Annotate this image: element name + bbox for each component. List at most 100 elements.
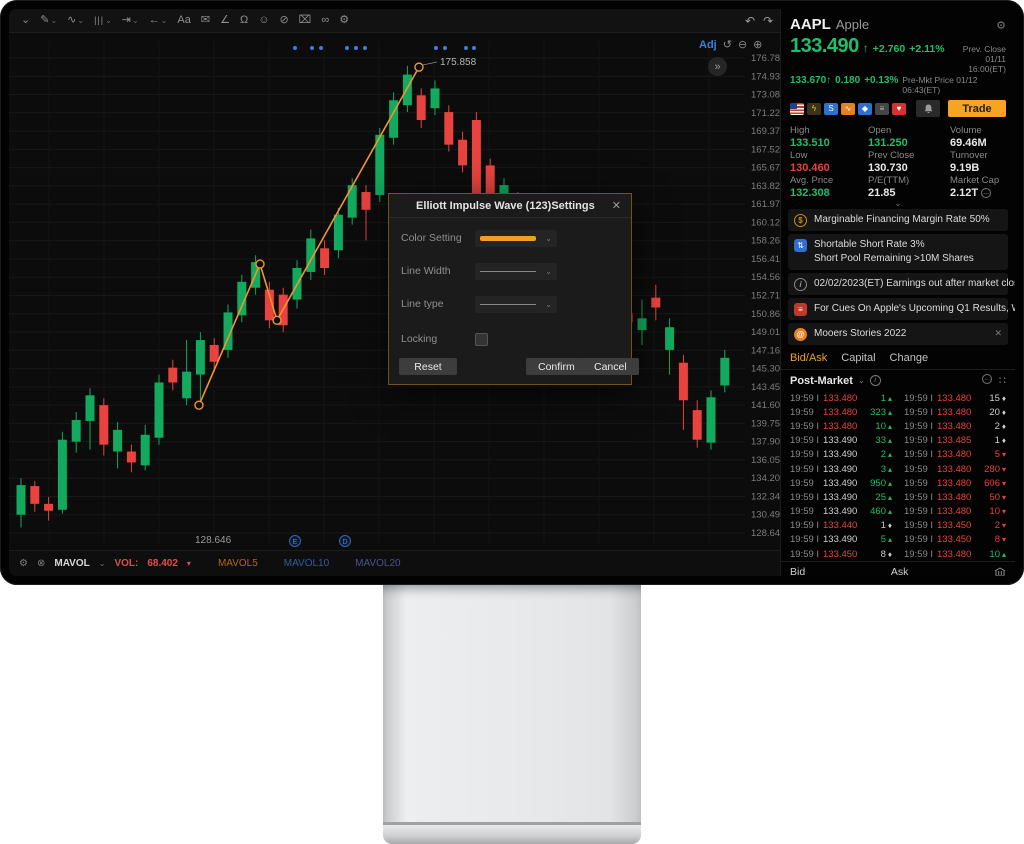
reset-zoom-icon[interactable]: ↺ <box>723 38 732 51</box>
ma-label-mavol5[interactable]: MAVOL5 <box>218 558 258 569</box>
price-change-pct: +2.11% <box>909 43 944 55</box>
indicator-chevron-icon[interactable]: ⌄ <box>99 559 106 568</box>
more-options-icon[interactable]: … <box>982 374 992 384</box>
locking-label: Locking <box>401 333 463 345</box>
locking-checkbox[interactable] <box>475 333 488 346</box>
svg-text:163.823: 163.823 <box>751 181 780 192</box>
wave-handle[interactable] <box>273 316 281 324</box>
color-setting-label: Color Setting <box>401 232 463 244</box>
tick-price: 133.490 <box>823 478 866 489</box>
wave-tool-icon[interactable]: ∿⌄ <box>67 15 84 26</box>
tick-price: 133.440 <box>823 520 866 531</box>
emoji-tool-icon[interactable]: ☺ <box>258 15 269 26</box>
redo-icon[interactable]: ↷ <box>763 14 773 28</box>
session-info-icon[interactable]: i <box>870 375 881 386</box>
ma-label-mavol20[interactable]: MAVOL20 <box>355 558 400 569</box>
lightning-badge-icon[interactable]: ϟ <box>807 103 821 115</box>
tick-time: 19:59 I <box>790 393 823 404</box>
session-name[interactable]: Post-Market <box>790 375 853 387</box>
adj-toggle[interactable]: Adj <box>699 39 717 51</box>
tick-price: 133.450 <box>937 520 980 531</box>
grid-view-icon[interactable]: ∷ <box>999 374 1006 387</box>
draw-tool-icon[interactable]: ✎⌄ <box>40 15 57 26</box>
text-tool-icon[interactable]: Aa <box>177 15 190 26</box>
news-notice[interactable]: ≡For Cues On Apple's Upcoming Q1 Results… <box>788 298 1008 320</box>
wave-handle[interactable] <box>415 63 423 71</box>
svg-text:158.269: 158.269 <box>751 236 780 247</box>
tick-time: 19:59 I <box>790 449 823 460</box>
margin-notice[interactable]: $Marginable Financing Margin Rate 50% <box>788 209 1008 231</box>
tick-price: 133.450 <box>937 534 980 545</box>
ma-label-mavol10[interactable]: MAVOL10 <box>284 558 329 569</box>
trade-button[interactable]: Trade <box>948 100 1006 117</box>
indicator-close-icon[interactable]: ⊗ <box>37 558 45 569</box>
stat-value: 69.46M <box>950 137 1006 149</box>
stat-label: Avg. Price <box>790 175 868 186</box>
tab-capital[interactable]: Capital <box>841 352 875 364</box>
color-setting-dropdown[interactable]: ⌄ <box>475 230 557 247</box>
short-notice[interactable]: ⇅Shortable Short Rate 3%Short Pool Remai… <box>788 234 1008 270</box>
tab-bid-ask[interactable]: Bid/Ask <box>790 352 827 364</box>
table-row: 19:59 I133.48010▴19:59 I133.4802♦ <box>790 419 1006 433</box>
s-badge-icon[interactable]: S <box>824 103 838 115</box>
tick-time: 19:59 I <box>904 534 937 545</box>
svg-text:149.012: 149.012 <box>751 327 780 338</box>
auction-icon[interactable] <box>994 567 1006 576</box>
dialog-title-bar[interactable]: Elliott Impulse Wave (123)Settings ✕ <box>389 194 631 218</box>
chevron-icon[interactable]: ⌄ <box>21 15 30 26</box>
mooers-notice[interactable]: @Mooers Stories 2022✕ <box>788 323 1008 345</box>
line-type-dropdown[interactable]: ⌄ <box>475 296 557 313</box>
svg-text:152.715: 152.715 <box>751 291 780 302</box>
comment-tool-icon[interactable]: ✉ <box>201 15 210 26</box>
earnings-notice[interactable]: i02/02/2023(ET) Earnings out after marke… <box>788 273 1008 295</box>
stat-label: P/E(TTM) <box>868 175 950 186</box>
tick-volume: 8♦ <box>866 549 892 560</box>
us-flag-icon[interactable] <box>790 103 804 115</box>
session-chevron-icon[interactable]: ⌄ <box>858 376 865 385</box>
settings-tool-icon[interactable]: ⚙ <box>339 15 349 26</box>
heart-badge-icon[interactable]: ♥ <box>892 103 906 115</box>
hide-tool-icon[interactable]: ⊘ <box>279 15 288 26</box>
gann-tool-icon[interactable]: |||⌄ <box>94 16 112 25</box>
tick-volume: 20♦ <box>980 407 1006 418</box>
alert-bell-button[interactable] <box>916 100 940 117</box>
svg-text:161.972: 161.972 <box>751 199 780 210</box>
tab-change[interactable]: Change <box>890 352 929 364</box>
undo-icon[interactable]: ↶ <box>745 14 755 28</box>
more-icon[interactable]: … <box>981 188 991 198</box>
tick-time: 19:59 I <box>904 407 937 418</box>
trend-badge-icon[interactable]: ∿ <box>841 103 855 115</box>
monitor-stand-neck <box>383 585 641 822</box>
reset-button[interactable]: Reset <box>399 358 457 375</box>
earnings-notice-icon: i <box>794 278 807 291</box>
cancel-button[interactable]: Cancel <box>582 358 639 375</box>
line-width-dropdown[interactable]: ⌄ <box>475 263 557 280</box>
close-icon[interactable]: ✕ <box>994 327 1002 339</box>
quote-panel: AAPL Apple ⚙ 133.490 ↑ +2.760 +2.11% Pre… <box>780 9 1015 576</box>
compare-tool-icon[interactable]: ∞ <box>321 15 329 26</box>
panel-gear-icon[interactable]: ⚙ <box>996 19 1006 32</box>
list-badge-icon[interactable]: ≡ <box>875 103 889 115</box>
wave-handle[interactable] <box>195 401 203 409</box>
stat-high: High133.510 <box>790 125 868 149</box>
tag-badge-icon[interactable]: ◆ <box>858 103 872 115</box>
arrow-tool-icon[interactable]: ←⌄ <box>149 15 168 26</box>
angle-tool-icon[interactable]: ∠ <box>220 15 230 26</box>
stat-value: 131.250 <box>868 137 950 149</box>
indicator-settings-icon[interactable]: ⚙ <box>19 558 28 569</box>
magnet-tool-icon[interactable]: Ω <box>240 15 248 26</box>
delete-tool-icon[interactable]: ⌧ <box>299 15 312 26</box>
dialog-close-icon[interactable]: ✕ <box>612 199 621 212</box>
wave-handle[interactable] <box>256 260 264 268</box>
stat-value: 130.730 <box>868 162 950 174</box>
indicator-name[interactable]: MAVOL <box>54 558 89 569</box>
tick-price: 133.490 <box>823 449 866 460</box>
chart-axis-controls: Adj ↺ ⊖ ⊕ <box>699 38 777 51</box>
zoom-out-icon[interactable]: ⊖ <box>738 38 747 51</box>
measure-tool-icon[interactable]: ⇥⌄ <box>122 15 139 26</box>
stats-expand-chevron-icon[interactable]: ⌄ <box>781 199 1015 208</box>
collapse-panel-button[interactable]: » <box>708 57 727 76</box>
drawing-toolbar: ⌄ ✎⌄ ∿⌄ |||⌄ ⇥⌄ ←⌄ Aa ✉ ∠ Ω ☺ ⊘ ⌧ ∞ ⚙ <box>9 9 780 33</box>
confirm-button[interactable]: Confirm <box>526 358 587 375</box>
zoom-in-icon[interactable]: ⊕ <box>753 38 762 51</box>
